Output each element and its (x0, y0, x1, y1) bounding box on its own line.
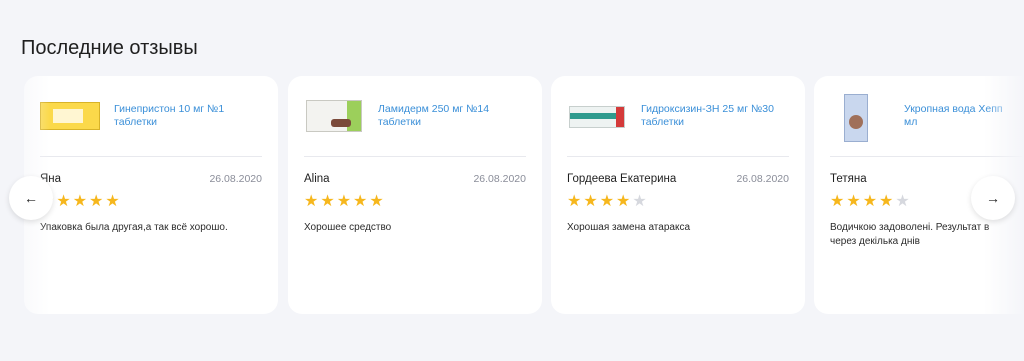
arrow-left-icon: ← (24, 190, 38, 206)
star-icon: ★ (320, 193, 335, 210)
star-icon: ★ (567, 193, 582, 210)
star-icon: ★ (895, 193, 910, 210)
review-date: 26.08.2020 (473, 173, 526, 185)
reviews-carousel: Гинепристон 10 мг №1 таблетки Яна 26.08.… (0, 76, 1024, 316)
star-icon: ★ (879, 193, 894, 210)
star-icon: ★ (616, 193, 631, 210)
carousel-next-button[interactable]: → (971, 176, 1015, 220)
arrow-right-icon: → (986, 190, 1000, 206)
product-image[interactable] (304, 94, 362, 138)
rating-stars: ★★★★★ (567, 193, 789, 211)
star-icon: ★ (336, 193, 352, 210)
review-author: Тетяна (830, 173, 867, 185)
review-card: Ламидерм 250 мг №14 таблетки Alina 26.08… (288, 76, 542, 314)
product-link[interactable]: Укропная вода Хепп мл (830, 76, 1024, 157)
review-author: Alina (304, 173, 330, 185)
star-icon: ★ (369, 193, 384, 210)
review-author: Гордеева Екатерина (567, 173, 677, 185)
product-image[interactable] (40, 94, 100, 138)
star-icon: ★ (304, 193, 319, 210)
rating-stars: ★★★★★ (40, 193, 262, 211)
product-link[interactable]: Гинепристон 10 мг №1 таблетки (40, 76, 262, 157)
review-card: Гинепристон 10 мг №1 таблетки Яна 26.08.… (24, 76, 278, 314)
star-icon: ★ (89, 193, 104, 210)
star-icon: ★ (105, 193, 120, 210)
star-icon: ★ (72, 193, 88, 210)
star-icon: ★ (830, 193, 845, 210)
star-icon: ★ (846, 193, 861, 210)
product-link[interactable]: Ламидерм 250 мг №14 таблетки (304, 76, 526, 157)
section-title: Последние отзывы (21, 37, 198, 59)
star-icon: ★ (56, 193, 71, 210)
review-text: Хорошее средство (304, 222, 392, 233)
product-link[interactable]: Гидроксизин-ЗН 25 мг №30 таблетки (567, 76, 789, 157)
product-image[interactable] (830, 94, 888, 142)
product-name[interactable]: Гидроксизин-ЗН 25 мг №30 таблетки (641, 103, 774, 129)
review-text: Водичкою задоволені. Результат в через д… (830, 222, 990, 247)
review-date: 26.08.2020 (209, 173, 262, 185)
star-icon: ★ (632, 193, 647, 210)
product-name[interactable]: Укропная вода Хепп мл (904, 103, 1003, 129)
review-date: 26.08.2020 (736, 173, 789, 185)
star-icon: ★ (353, 193, 368, 210)
product-image[interactable] (567, 94, 625, 138)
review-text: Упаковка была другая,а так всё хорошо. (40, 222, 228, 233)
product-name[interactable]: Ламидерм 250 мг №14 таблетки (378, 103, 489, 129)
review-card: Гидроксизин-ЗН 25 мг №30 таблетки Гордее… (551, 76, 805, 314)
product-name[interactable]: Гинепристон 10 мг №1 таблетки (114, 103, 224, 129)
carousel-prev-button[interactable]: ← (9, 176, 53, 220)
rating-stars: ★★★★★ (304, 193, 526, 211)
star-icon: ★ (862, 193, 878, 210)
star-icon: ★ (583, 193, 598, 210)
star-icon: ★ (599, 193, 615, 210)
review-text: Хорошая замена атаракса (567, 222, 691, 233)
